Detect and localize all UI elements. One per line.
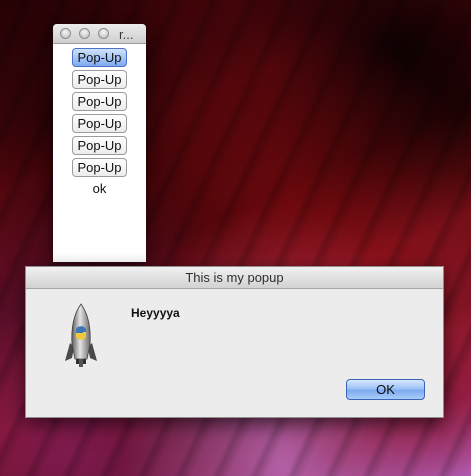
close-window-button[interactable] [60,28,71,39]
dialog-message: Heyyyya [131,306,180,320]
status-label: ok [92,181,107,196]
zoom-window-button[interactable] [98,28,109,39]
ok-button[interactable]: OK [346,379,425,400]
main-window: r... Pop-Up Pop-Up Pop-Up Pop-Up Pop-Up … [53,24,146,262]
main-window-title: r... [119,27,134,42]
popup-button-5[interactable]: Pop-Up [72,136,127,155]
dialog-title[interactable]: This is my popup [26,267,443,289]
main-window-titlebar[interactable]: r... [53,24,146,44]
popup-button-3[interactable]: Pop-Up [72,92,127,111]
minimize-window-button[interactable] [79,28,90,39]
popup-button-4[interactable]: Pop-Up [72,114,127,133]
alert-dialog: This is my popup Heyyyya OK [25,266,444,418]
popup-button-6[interactable]: Pop-Up [72,158,127,177]
popup-button-2[interactable]: Pop-Up [72,70,127,89]
python-rocket-icon [65,303,97,367]
popup-button-1[interactable]: Pop-Up [72,48,127,67]
